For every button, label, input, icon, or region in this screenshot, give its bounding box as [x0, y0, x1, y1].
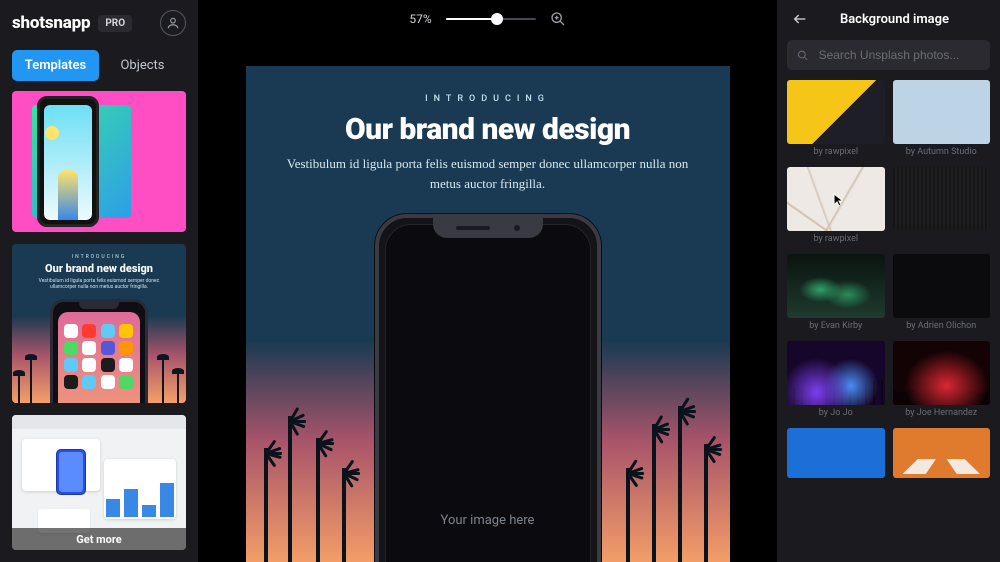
- brand-logo: shotsnapp: [12, 13, 90, 33]
- search-input[interactable]: [817, 47, 980, 63]
- background-item[interactable]: [893, 428, 991, 481]
- background-credit: by Jo Jo: [787, 408, 885, 418]
- mockup-intro[interactable]: INTRODUCING: [246, 94, 730, 104]
- tab-templates[interactable]: Templates: [12, 50, 99, 81]
- left-panel: shotsnapp PRO Templates Objects INTRODUC…: [0, 0, 199, 562]
- template-cta: Get more: [12, 528, 186, 550]
- background-thumb: [787, 428, 885, 478]
- background-thumb: [893, 428, 991, 478]
- background-item[interactable]: by Evan Kirby: [787, 254, 885, 331]
- background-credit: by Adrien Olichon: [893, 321, 991, 331]
- background-item[interactable]: [787, 428, 885, 481]
- right-panel-title: Background image: [803, 12, 986, 27]
- template-card[interactable]: [12, 91, 186, 232]
- mockup-device[interactable]: Your image here: [375, 214, 601, 562]
- background-item[interactable]: [893, 167, 991, 244]
- background-thumb: [893, 254, 991, 318]
- background-grid[interactable]: by rawpixel by Autumn Studio by rawpixel…: [777, 80, 1000, 562]
- background-item[interactable]: by Autumn Studio: [893, 80, 991, 157]
- background-credit: by Evan Kirby: [787, 321, 885, 331]
- zoom-slider[interactable]: [446, 18, 536, 20]
- background-item[interactable]: by rawpixel: [787, 80, 885, 157]
- background-thumb: [787, 167, 885, 231]
- right-panel-header: Background image: [777, 0, 1000, 36]
- user-icon: [166, 16, 180, 30]
- background-item[interactable]: by rawpixel: [787, 167, 885, 244]
- template-card[interactable]: INTRODUCING Our brand new design Vestibu…: [12, 244, 186, 403]
- background-item[interactable]: by Jo Jo: [787, 341, 885, 418]
- search-icon: [797, 49, 809, 62]
- brand-row: shotsnapp PRO: [0, 0, 198, 44]
- search-field[interactable]: [787, 40, 990, 70]
- zoom-in-icon: [550, 11, 566, 27]
- background-thumb: [893, 80, 991, 144]
- top-toolbar: 57%: [199, 0, 776, 38]
- side-tabs: Templates Objects: [0, 44, 198, 91]
- background-item[interactable]: by Adrien Olichon: [893, 254, 991, 331]
- mockup-placeholder: Your image here: [386, 513, 590, 528]
- background-thumb: [787, 341, 885, 405]
- zoom-value: 57%: [409, 12, 431, 26]
- phone-notch: [433, 218, 543, 238]
- background-credit: by Joe Hernandez: [893, 408, 991, 418]
- pro-badge: PRO: [98, 15, 132, 32]
- cursor-icon: [833, 193, 845, 207]
- background-credit: by rawpixel: [787, 234, 885, 244]
- mockup-headline[interactable]: Our brand new design: [246, 112, 730, 147]
- mockup-artboard[interactable]: INTRODUCING Our brand new design Vestibu…: [246, 66, 730, 562]
- template-intro: INTRODUCING: [12, 254, 186, 260]
- template-card[interactable]: Get more: [12, 415, 186, 550]
- background-credit: by rawpixel: [787, 147, 885, 157]
- background-credit: by Autumn Studio: [893, 147, 991, 157]
- template-body: Vestibulum id ligula porta felis euismod…: [26, 278, 172, 290]
- tab-objects[interactable]: Objects: [99, 50, 186, 81]
- background-thumb: [893, 341, 991, 405]
- user-menu[interactable]: [160, 10, 186, 36]
- canvas-stage[interactable]: INTRODUCING Our brand new design Vestibu…: [199, 38, 776, 562]
- mockup-body[interactable]: Vestibulum id ligula porta felis euismod…: [286, 154, 690, 193]
- background-thumb: [787, 80, 885, 144]
- zoom-in-button[interactable]: [550, 11, 566, 27]
- canvas-area: 57% INTRODUCING Our brand new design Ves…: [199, 0, 776, 562]
- background-item[interactable]: by Joe Hernandez: [893, 341, 991, 418]
- right-panel: Background image by rawpixel by Autumn S…: [776, 0, 1000, 562]
- background-thumb: [893, 167, 991, 231]
- template-headline: Our brand new design: [12, 262, 186, 275]
- templates-list[interactable]: INTRODUCING Our brand new design Vestibu…: [0, 91, 198, 562]
- background-thumb: [787, 254, 885, 318]
